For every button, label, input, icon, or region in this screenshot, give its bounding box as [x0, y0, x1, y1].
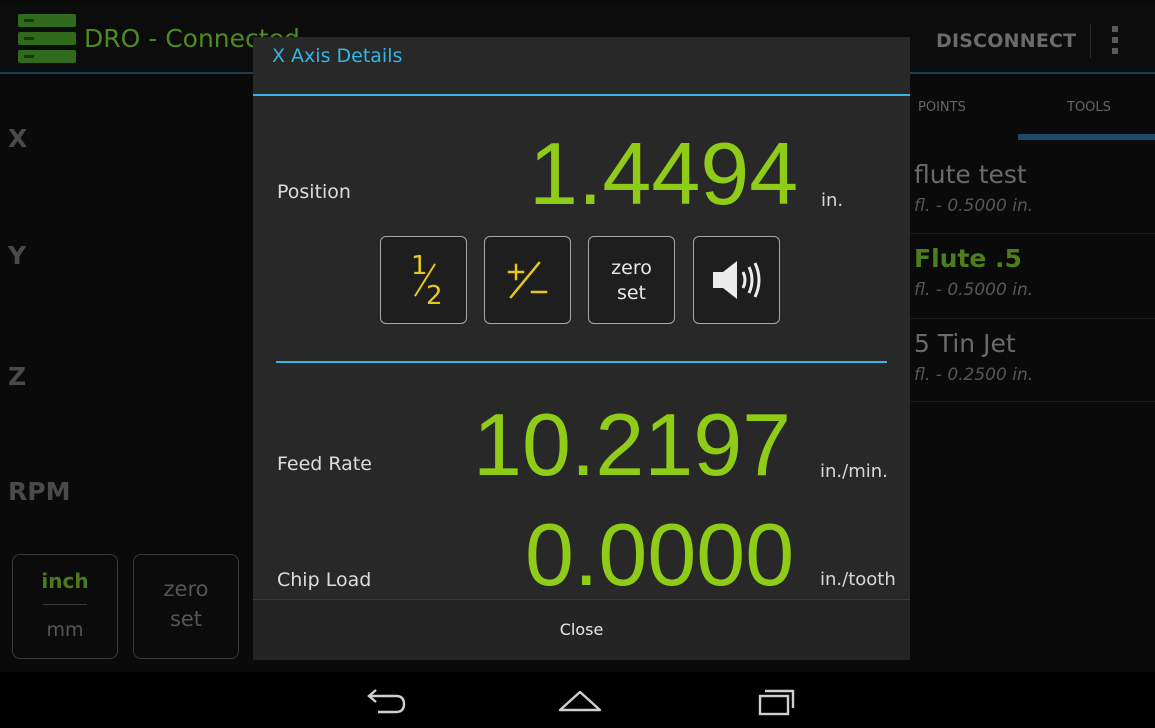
tab-selected-indicator [1018, 134, 1155, 140]
overflow-menu-icon[interactable] [1112, 26, 1120, 56]
unit-toggle-button[interactable]: inch mm [12, 554, 118, 659]
tool-detail: fl. - 0.2500 in. [914, 365, 1034, 385]
disconnect-button[interactable]: DISCONNECT [936, 30, 1076, 52]
tool-detail: fl. - 0.5000 in. [914, 280, 1034, 300]
half-denominator: 2 [426, 281, 443, 311]
dialog-button-bar: Close [253, 599, 910, 660]
zero-set-line2: set [616, 282, 647, 304]
unit-inch-label: inch [41, 569, 89, 593]
sign-toggle-button[interactable] [484, 236, 571, 324]
home-icon[interactable] [550, 682, 610, 718]
tool-list-item[interactable]: Flute .5 fl. - 0.5000 in. [910, 234, 1155, 319]
plus-minus-icon [507, 261, 548, 299]
app-logo-icon [18, 14, 76, 66]
chip-load-unit: in./tooth [820, 569, 896, 590]
feed-rate-value: 10.2197 [473, 395, 792, 494]
action-bar-divider [1090, 24, 1091, 58]
feed-rate-label: Feed Rate [277, 453, 372, 475]
position-label: Position [277, 181, 351, 203]
position-value: 1.4494 [529, 124, 799, 223]
speaker-icon [713, 261, 761, 299]
axis-label-x: X [8, 124, 28, 153]
x-axis-details-dialog: X Axis Details Position 1.4494 in. 1 2 z… [253, 37, 910, 660]
position-unit: in. [821, 190, 844, 211]
axis-label-y: Y [8, 241, 27, 270]
tool-name: Flute .5 [914, 244, 1022, 273]
back-icon[interactable] [356, 682, 416, 718]
tool-detail: fl. - 0.5000 in. [914, 196, 1034, 216]
zero-set-line1: zero [163, 577, 209, 601]
tool-list-item[interactable]: 5 Tin Jet fl. - 0.2500 in. [910, 319, 1155, 402]
unit-divider [43, 604, 87, 605]
zero-set-button[interactable]: zero set [588, 236, 675, 324]
sound-button[interactable] [693, 236, 780, 324]
tool-list-item[interactable]: flute test fl. - 0.5000 in. [910, 150, 1155, 234]
chip-load-label: Chip Load [277, 569, 372, 591]
zero-set-all-button[interactable]: zero set [133, 554, 239, 659]
zero-set-line1: zero [611, 257, 652, 279]
tab-points[interactable]: POINTS [910, 74, 1018, 140]
recent-apps-icon[interactable] [746, 682, 806, 718]
zero-set-line2: set [169, 607, 203, 631]
tab-tools[interactable]: TOOLS [1018, 74, 1155, 140]
chip-load-value: 0.0000 [525, 505, 795, 604]
tab-bar: POINTS TOOLS [910, 74, 1155, 140]
close-button[interactable]: Close [253, 600, 910, 660]
tool-name: flute test [914, 160, 1027, 189]
axis-label-z: Z [8, 362, 27, 391]
feed-rate-unit: in./min. [820, 461, 888, 482]
half-button[interactable]: 1 2 [380, 236, 467, 324]
dialog-title: X Axis Details [272, 45, 403, 67]
system-navigation-bar [0, 672, 1155, 728]
section-divider [276, 361, 887, 363]
tab-tools-label: TOOLS [1067, 100, 1111, 115]
tool-name: 5 Tin Jet [914, 329, 1016, 358]
unit-mm-label: mm [46, 619, 84, 641]
tab-points-label: POINTS [918, 100, 966, 115]
axis-label-rpm: RPM [8, 477, 71, 506]
dialog-title-divider [253, 94, 910, 96]
